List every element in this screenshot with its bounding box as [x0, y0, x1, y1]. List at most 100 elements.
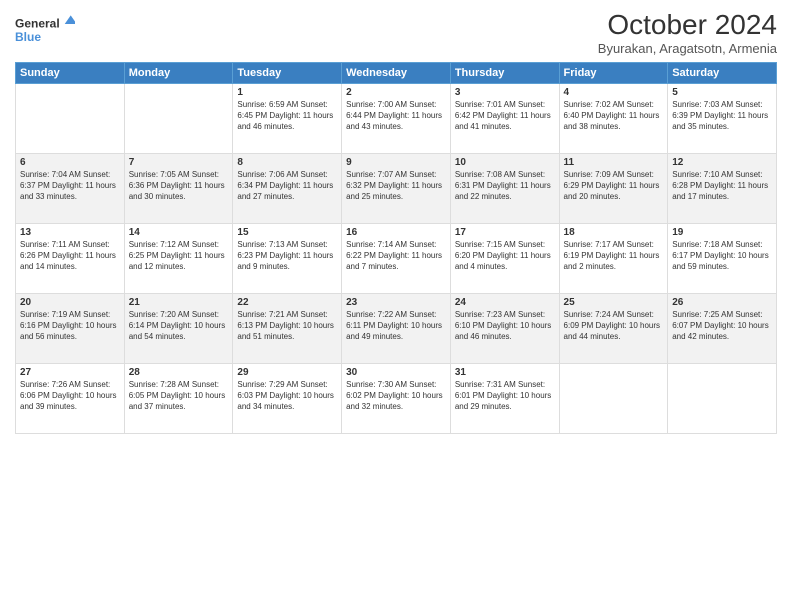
calendar-cell: 28Sunrise: 7:28 AM Sunset: 6:05 PM Dayli…: [124, 363, 233, 433]
cell-content: Sunrise: 7:08 AM Sunset: 6:31 PM Dayligh…: [455, 169, 555, 203]
day-number: 15: [237, 227, 337, 238]
week-row: 6Sunrise: 7:04 AM Sunset: 6:37 PM Daylig…: [16, 153, 777, 223]
day-number: 21: [129, 297, 229, 308]
logo-svg: General Blue: [15, 10, 75, 50]
calendar-cell: 29Sunrise: 7:29 AM Sunset: 6:03 PM Dayli…: [233, 363, 342, 433]
week-row: 1Sunrise: 6:59 AM Sunset: 6:45 PM Daylig…: [16, 83, 777, 153]
cell-content: Sunrise: 7:28 AM Sunset: 6:05 PM Dayligh…: [129, 379, 229, 413]
cell-content: Sunrise: 7:22 AM Sunset: 6:11 PM Dayligh…: [346, 309, 446, 343]
cell-content: Sunrise: 7:09 AM Sunset: 6:29 PM Dayligh…: [564, 169, 664, 203]
col-sunday: Sunday: [16, 62, 125, 83]
calendar-cell: 15Sunrise: 7:13 AM Sunset: 6:23 PM Dayli…: [233, 223, 342, 293]
calendar-cell: 4Sunrise: 7:02 AM Sunset: 6:40 PM Daylig…: [559, 83, 668, 153]
calendar-cell: 17Sunrise: 7:15 AM Sunset: 6:20 PM Dayli…: [450, 223, 559, 293]
day-number: 1: [237, 87, 337, 98]
calendar-cell: 20Sunrise: 7:19 AM Sunset: 6:16 PM Dayli…: [16, 293, 125, 363]
calendar-cell: 26Sunrise: 7:25 AM Sunset: 6:07 PM Dayli…: [668, 293, 777, 363]
calendar-cell: 25Sunrise: 7:24 AM Sunset: 6:09 PM Dayli…: [559, 293, 668, 363]
cell-content: Sunrise: 7:02 AM Sunset: 6:40 PM Dayligh…: [564, 99, 664, 133]
calendar-cell: 27Sunrise: 7:26 AM Sunset: 6:06 PM Dayli…: [16, 363, 125, 433]
calendar-cell: 22Sunrise: 7:21 AM Sunset: 6:13 PM Dayli…: [233, 293, 342, 363]
calendar-cell: 5Sunrise: 7:03 AM Sunset: 6:39 PM Daylig…: [668, 83, 777, 153]
calendar-cell: 19Sunrise: 7:18 AM Sunset: 6:17 PM Dayli…: [668, 223, 777, 293]
cell-content: Sunrise: 7:04 AM Sunset: 6:37 PM Dayligh…: [20, 169, 120, 203]
calendar-cell: 6Sunrise: 7:04 AM Sunset: 6:37 PM Daylig…: [16, 153, 125, 223]
day-number: 20: [20, 297, 120, 308]
calendar-cell: [668, 363, 777, 433]
calendar-cell: [559, 363, 668, 433]
day-number: 9: [346, 157, 446, 168]
day-number: 23: [346, 297, 446, 308]
day-number: 19: [672, 227, 772, 238]
title-block: October 2024 Byurakan, Aragatsotn, Armen…: [598, 10, 777, 56]
calendar-cell: 30Sunrise: 7:30 AM Sunset: 6:02 PM Dayli…: [342, 363, 451, 433]
day-number: 18: [564, 227, 664, 238]
day-number: 16: [346, 227, 446, 238]
calendar-cell: 16Sunrise: 7:14 AM Sunset: 6:22 PM Dayli…: [342, 223, 451, 293]
cell-content: Sunrise: 7:31 AM Sunset: 6:01 PM Dayligh…: [455, 379, 555, 413]
logo: General Blue: [15, 10, 75, 50]
calendar-cell: [124, 83, 233, 153]
cell-content: Sunrise: 7:18 AM Sunset: 6:17 PM Dayligh…: [672, 239, 772, 273]
calendar-cell: 31Sunrise: 7:31 AM Sunset: 6:01 PM Dayli…: [450, 363, 559, 433]
svg-text:Blue: Blue: [15, 30, 41, 44]
calendar-cell: 14Sunrise: 7:12 AM Sunset: 6:25 PM Dayli…: [124, 223, 233, 293]
calendar-cell: 11Sunrise: 7:09 AM Sunset: 6:29 PM Dayli…: [559, 153, 668, 223]
day-number: 27: [20, 367, 120, 378]
calendar-cell: 9Sunrise: 7:07 AM Sunset: 6:32 PM Daylig…: [342, 153, 451, 223]
day-number: 26: [672, 297, 772, 308]
calendar-cell: 10Sunrise: 7:08 AM Sunset: 6:31 PM Dayli…: [450, 153, 559, 223]
day-number: 5: [672, 87, 772, 98]
header: General Blue October 2024 Byurakan, Arag…: [15, 10, 777, 56]
calendar-cell: 23Sunrise: 7:22 AM Sunset: 6:11 PM Dayli…: [342, 293, 451, 363]
cell-content: Sunrise: 7:17 AM Sunset: 6:19 PM Dayligh…: [564, 239, 664, 273]
week-row: 13Sunrise: 7:11 AM Sunset: 6:26 PM Dayli…: [16, 223, 777, 293]
calendar-table: Sunday Monday Tuesday Wednesday Thursday…: [15, 62, 777, 434]
day-number: 10: [455, 157, 555, 168]
cell-content: Sunrise: 7:24 AM Sunset: 6:09 PM Dayligh…: [564, 309, 664, 343]
col-tuesday: Tuesday: [233, 62, 342, 83]
week-row: 20Sunrise: 7:19 AM Sunset: 6:16 PM Dayli…: [16, 293, 777, 363]
cell-content: Sunrise: 7:29 AM Sunset: 6:03 PM Dayligh…: [237, 379, 337, 413]
cell-content: Sunrise: 7:14 AM Sunset: 6:22 PM Dayligh…: [346, 239, 446, 273]
cell-content: Sunrise: 7:00 AM Sunset: 6:44 PM Dayligh…: [346, 99, 446, 133]
day-number: 31: [455, 367, 555, 378]
day-number: 3: [455, 87, 555, 98]
day-number: 17: [455, 227, 555, 238]
cell-content: Sunrise: 7:23 AM Sunset: 6:10 PM Dayligh…: [455, 309, 555, 343]
day-number: 4: [564, 87, 664, 98]
calendar-cell: 12Sunrise: 7:10 AM Sunset: 6:28 PM Dayli…: [668, 153, 777, 223]
day-number: 6: [20, 157, 120, 168]
day-number: 13: [20, 227, 120, 238]
day-number: 25: [564, 297, 664, 308]
day-number: 8: [237, 157, 337, 168]
col-saturday: Saturday: [668, 62, 777, 83]
cell-content: Sunrise: 7:21 AM Sunset: 6:13 PM Dayligh…: [237, 309, 337, 343]
subtitle: Byurakan, Aragatsotn, Armenia: [598, 41, 777, 56]
calendar-cell: 2Sunrise: 7:00 AM Sunset: 6:44 PM Daylig…: [342, 83, 451, 153]
calendar-cell: 13Sunrise: 7:11 AM Sunset: 6:26 PM Dayli…: [16, 223, 125, 293]
cell-content: Sunrise: 7:10 AM Sunset: 6:28 PM Dayligh…: [672, 169, 772, 203]
cell-content: Sunrise: 7:06 AM Sunset: 6:34 PM Dayligh…: [237, 169, 337, 203]
cell-content: Sunrise: 7:05 AM Sunset: 6:36 PM Dayligh…: [129, 169, 229, 203]
calendar-cell: 3Sunrise: 7:01 AM Sunset: 6:42 PM Daylig…: [450, 83, 559, 153]
cell-content: Sunrise: 7:11 AM Sunset: 6:26 PM Dayligh…: [20, 239, 120, 273]
cell-content: Sunrise: 7:19 AM Sunset: 6:16 PM Dayligh…: [20, 309, 120, 343]
day-number: 2: [346, 87, 446, 98]
cell-content: Sunrise: 7:13 AM Sunset: 6:23 PM Dayligh…: [237, 239, 337, 273]
calendar-cell: 1Sunrise: 6:59 AM Sunset: 6:45 PM Daylig…: [233, 83, 342, 153]
calendar-cell: [16, 83, 125, 153]
cell-content: Sunrise: 7:20 AM Sunset: 6:14 PM Dayligh…: [129, 309, 229, 343]
cell-content: Sunrise: 7:12 AM Sunset: 6:25 PM Dayligh…: [129, 239, 229, 273]
cell-content: Sunrise: 7:03 AM Sunset: 6:39 PM Dayligh…: [672, 99, 772, 133]
header-row: Sunday Monday Tuesday Wednesday Thursday…: [16, 62, 777, 83]
calendar-header: Sunday Monday Tuesday Wednesday Thursday…: [16, 62, 777, 83]
calendar-cell: 8Sunrise: 7:06 AM Sunset: 6:34 PM Daylig…: [233, 153, 342, 223]
cell-content: Sunrise: 7:01 AM Sunset: 6:42 PM Dayligh…: [455, 99, 555, 133]
day-number: 14: [129, 227, 229, 238]
calendar-cell: 18Sunrise: 7:17 AM Sunset: 6:19 PM Dayli…: [559, 223, 668, 293]
day-number: 22: [237, 297, 337, 308]
cell-content: Sunrise: 7:15 AM Sunset: 6:20 PM Dayligh…: [455, 239, 555, 273]
calendar-cell: 7Sunrise: 7:05 AM Sunset: 6:36 PM Daylig…: [124, 153, 233, 223]
day-number: 12: [672, 157, 772, 168]
